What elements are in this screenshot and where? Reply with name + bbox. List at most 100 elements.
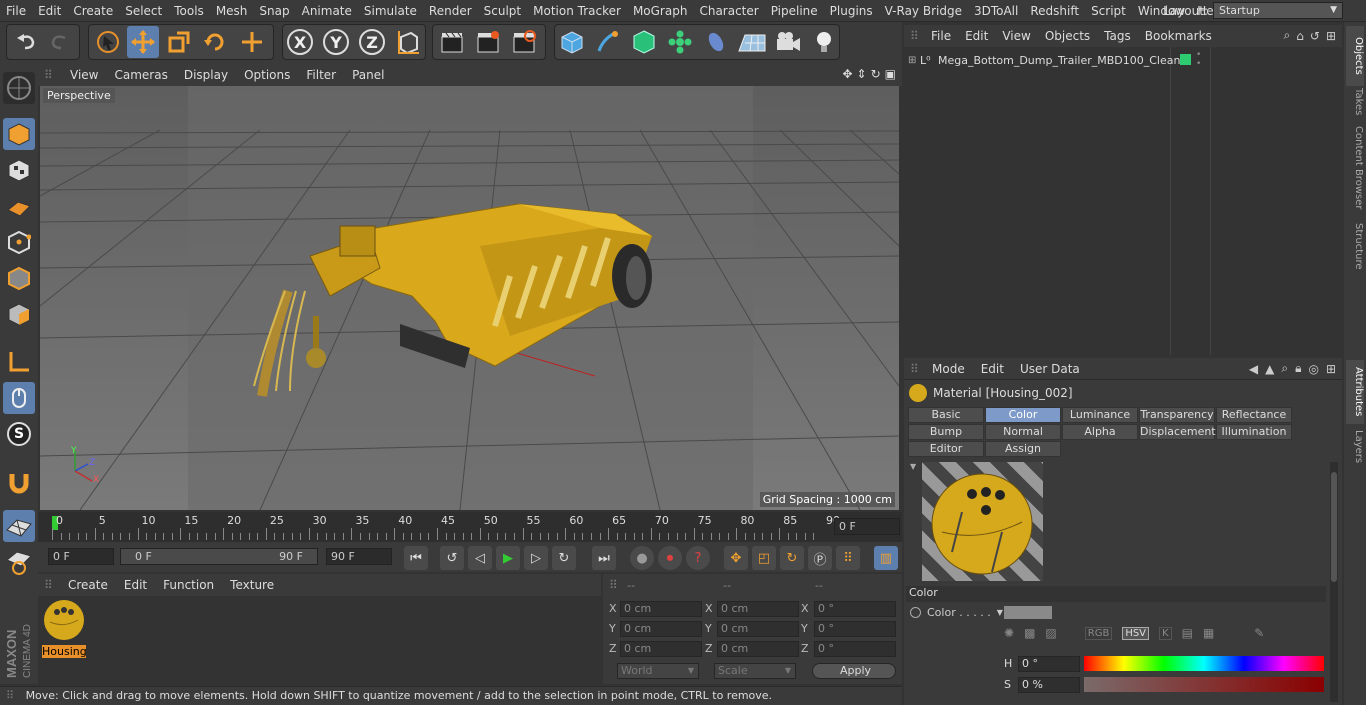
tab-structure[interactable]: Structure [1346, 218, 1364, 274]
rgb-mode-button[interactable]: RGB [1084, 626, 1113, 640]
key-pla-icon[interactable]: ⠿ [836, 546, 860, 570]
menu-script[interactable]: Script [1085, 0, 1132, 22]
chevron-down-icon[interactable]: ▼ [997, 608, 1003, 617]
recent-tool-icon[interactable] [236, 26, 268, 58]
y-axis-icon[interactable]: Y [320, 26, 352, 58]
animate-radio-icon[interactable] [910, 607, 921, 618]
menu-mograph[interactable]: MoGraph [627, 0, 694, 22]
texture-mode-icon[interactable] [3, 154, 35, 186]
tab-basic[interactable]: Basic [908, 407, 984, 423]
redo-icon[interactable] [44, 26, 76, 58]
attr-menu-user-data[interactable]: User Data [1012, 358, 1088, 380]
viewport-menu-display[interactable]: Display [176, 64, 236, 86]
menu-animate[interactable]: Animate [296, 0, 358, 22]
search-icon[interactable]: ⌕ [1284, 28, 1291, 43]
color-wheel-icon[interactable]: ✺ [1004, 626, 1014, 640]
next-key-icon[interactable]: ↻ [552, 546, 576, 570]
menu-render[interactable]: Render [423, 0, 478, 22]
tab-illumination[interactable]: Illumination [1216, 424, 1292, 440]
tab-editor[interactable]: Editor [908, 441, 984, 457]
lock-icon[interactable]: 🔒︎ [1295, 361, 1301, 376]
menu-mesh[interactable]: Mesh [210, 0, 254, 22]
scrollbar-thumb[interactable] [1331, 472, 1337, 582]
coordinate-system-icon[interactable] [392, 26, 424, 58]
viewport-perspective[interactable]: Y Z X Perspective Grid Spacing : 1000 cm [40, 86, 899, 510]
visibility-dots-icon[interactable]: • • [1196, 51, 1201, 69]
edges-mode-icon[interactable] [3, 262, 35, 294]
pan-icon[interactable]: ✥ [842, 67, 852, 81]
tab-reflectance[interactable]: Reflectance [1216, 407, 1292, 423]
x-axis-icon[interactable]: X [284, 26, 316, 58]
material-menu-function[interactable]: Function [155, 574, 222, 596]
polygons-mode-icon[interactable] [3, 298, 35, 330]
model-mode-icon[interactable] [3, 72, 35, 104]
coordinate-mode-select[interactable]: World ▼ [617, 663, 699, 679]
menu-file[interactable]: File [0, 0, 32, 22]
viewport-menu-cameras[interactable]: Cameras [106, 64, 175, 86]
scale-icon[interactable] [163, 26, 195, 58]
viewport-menu-options[interactable]: Options [236, 64, 298, 86]
rot-p-field[interactable]: 0 ° [814, 621, 896, 637]
attr-menu-edit[interactable]: Edit [973, 358, 1012, 380]
deformer-icon[interactable] [700, 26, 732, 58]
apply-button[interactable]: Apply [812, 663, 896, 679]
new-window-icon[interactable]: ⊞ [1326, 29, 1336, 43]
object-menu-bookmarks[interactable]: Bookmarks [1138, 25, 1219, 47]
menu-character[interactable]: Character [693, 0, 764, 22]
collapse-arrow-icon[interactable]: ▼ [910, 462, 916, 471]
home-icon[interactable]: ⌂ [1296, 29, 1304, 43]
pen-icon[interactable] [592, 26, 624, 58]
viewport-menu-view[interactable]: View [62, 64, 106, 86]
attr-menu-mode[interactable]: Mode [924, 358, 973, 380]
autokey-icon[interactable]: ⏺ [658, 546, 682, 570]
object-menu-file[interactable]: File [924, 25, 958, 47]
key-parameter-icon[interactable]: Ⓟ [808, 546, 832, 570]
render-picture-viewer-icon[interactable] [472, 26, 504, 58]
move-icon[interactable] [127, 26, 159, 58]
size-x-field[interactable]: 0 cm [717, 601, 799, 617]
magnet-icon[interactable] [3, 466, 35, 498]
tab-alpha[interactable]: Alpha [1062, 424, 1138, 440]
previous-frame-icon[interactable]: ◁ [468, 546, 492, 570]
live-selection-icon[interactable] [92, 26, 124, 58]
rot-b-field[interactable]: 0 ° [814, 641, 896, 657]
object-mode-icon[interactable] [3, 118, 35, 150]
mixer-icon[interactable]: ▤ [1182, 626, 1193, 640]
cube-icon[interactable] [556, 26, 588, 58]
pos-x-field[interactable]: 0 cm [620, 601, 702, 617]
spectrum-icon[interactable]: ▩ [1024, 626, 1035, 640]
undo-icon[interactable] [10, 26, 42, 58]
frame-range-slider[interactable]: 0 F 90 F [120, 548, 318, 565]
swatches-icon[interactable]: ▦ [1203, 626, 1214, 640]
menu-snap[interactable]: Snap [253, 0, 295, 22]
pos-z-field[interactable]: 0 cm [620, 641, 702, 657]
material-thumbnail[interactable]: Housing [42, 598, 86, 658]
locked-workplane-icon[interactable] [3, 546, 35, 578]
play-icon[interactable]: ▶ [496, 546, 520, 570]
hue-field[interactable]: 0 ° [1018, 656, 1080, 672]
object-row[interactable]: ⊞ L⁰ Mega_Bottom_Dump_Trailer_MBD100_Cle… [908, 51, 1338, 69]
previous-key-icon[interactable]: ↺ [440, 546, 464, 570]
image-icon[interactable]: ▨ [1045, 626, 1056, 640]
go-to-start-icon[interactable]: ⏮ [404, 546, 428, 570]
z-axis-icon[interactable]: Z [356, 26, 388, 58]
up-arrow-icon[interactable]: ▲ [1265, 362, 1274, 376]
tab-objects[interactable]: Objects [1346, 26, 1364, 86]
kelvin-mode-button[interactable]: K [1159, 626, 1172, 640]
key-position-icon[interactable]: ✥ [724, 546, 748, 570]
start-frame-field[interactable]: 0 F [48, 548, 114, 565]
menu-create[interactable]: Create [67, 0, 119, 22]
hue-slider[interactable] [1084, 656, 1324, 671]
menu-vray-bridge[interactable]: V-Ray Bridge [879, 0, 968, 22]
workplane-mode-icon[interactable] [3, 190, 35, 222]
object-menu-objects[interactable]: Objects [1038, 25, 1097, 47]
menu-3dtoall[interactable]: 3DToAll [968, 0, 1024, 22]
viewport-label[interactable]: Perspective [43, 88, 115, 103]
tab-attributes[interactable]: Attributes [1346, 360, 1364, 424]
object-menu-edit[interactable]: Edit [958, 25, 995, 47]
maximize-icon[interactable]: ▣ [885, 67, 896, 81]
menu-edit[interactable]: Edit [32, 0, 67, 22]
points-mode-icon[interactable] [3, 226, 35, 258]
camera-icon[interactable] [772, 26, 804, 58]
menu-redshift[interactable]: Redshift [1024, 0, 1085, 22]
